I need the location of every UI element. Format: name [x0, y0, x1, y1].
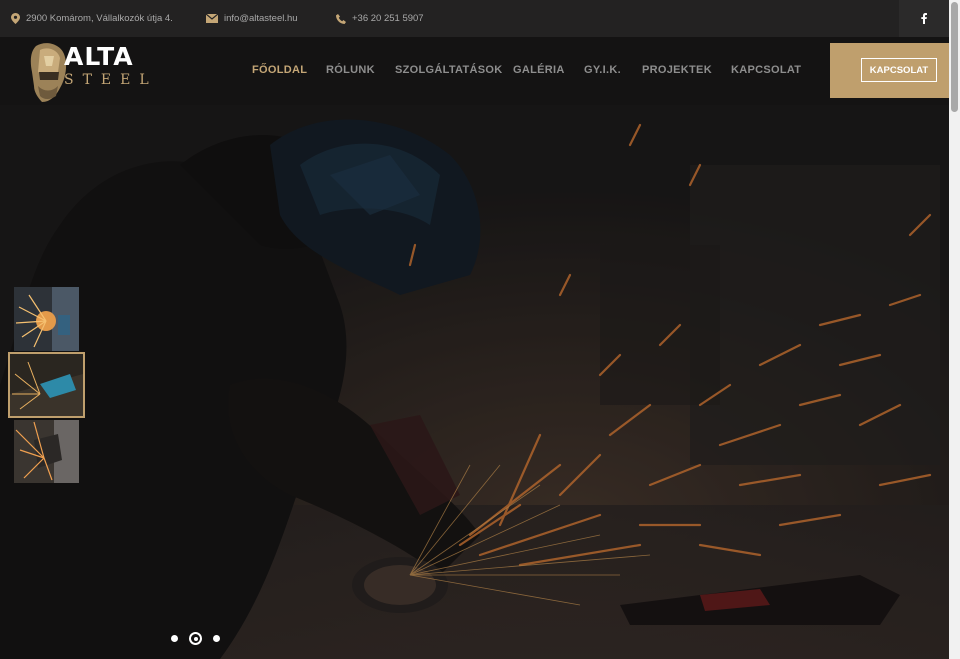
thumbnail-image — [10, 354, 83, 416]
facebook-link[interactable] — [899, 0, 949, 37]
phone-info[interactable]: +36 20 251 5907 — [336, 0, 424, 37]
email-link[interactable]: info@altasteel.hu — [224, 13, 298, 24]
email-info[interactable]: info@altasteel.hu — [206, 0, 298, 37]
envelope-icon — [206, 14, 218, 23]
site-header: ALTA STEEL FŐOLDAL RÓLUNK SZOLGÁLTATÁSOK… — [0, 37, 949, 105]
thumbnail-image — [14, 287, 79, 351]
phone-icon — [336, 13, 346, 24]
logo-text-steel: STEEL — [64, 72, 158, 88]
nav-item-fooldal[interactable]: FŐOLDAL — [252, 64, 307, 76]
slide-thumbnail-1[interactable] — [14, 287, 79, 351]
hero-background-image — [0, 105, 949, 659]
slide-thumbnail-3[interactable] — [14, 420, 79, 483]
address-info: 2900 Komárom, Vállalkozók útja 4. — [11, 0, 173, 37]
nav-item-szolgaltatasok[interactable]: SZOLGÁLTATÁSOK — [395, 64, 502, 76]
site-logo[interactable]: ALTA STEEL — [28, 40, 149, 104]
nav-item-gyik[interactable]: GY.I.K. — [584, 64, 621, 76]
slider-dot-1[interactable] — [171, 635, 178, 642]
logo-text-alta: ALTA — [64, 42, 134, 71]
facebook-icon — [921, 13, 927, 24]
location-pin-icon — [11, 13, 20, 24]
nav-item-galeria[interactable]: GALÉRIA — [513, 64, 565, 76]
nav-item-rolunk[interactable]: RÓLUNK — [326, 64, 375, 76]
phone-link[interactable]: +36 20 251 5907 — [352, 13, 424, 24]
address-text: 2900 Komárom, Vállalkozók útja 4. — [26, 13, 173, 24]
hero-slider — [0, 105, 949, 659]
nav-item-kapcsolat[interactable]: KAPCSOLAT — [731, 64, 801, 76]
contact-button[interactable]: KAPCSOLAT — [861, 58, 937, 82]
contact-cta-area: KAPCSOLAT — [830, 43, 949, 98]
nav-item-projektek[interactable]: PROJEKTEK — [642, 64, 712, 76]
page-scrollbar[interactable] — [949, 0, 960, 659]
scrollbar-thumb[interactable] — [951, 2, 958, 112]
thumbnail-image — [14, 420, 79, 483]
slider-dot-3[interactable] — [213, 635, 220, 642]
slider-dot-2[interactable] — [189, 632, 202, 645]
top-info-bar: 2900 Komárom, Vállalkozók útja 4. info@a… — [0, 0, 949, 37]
slide-thumbnail-2[interactable] — [8, 352, 85, 418]
